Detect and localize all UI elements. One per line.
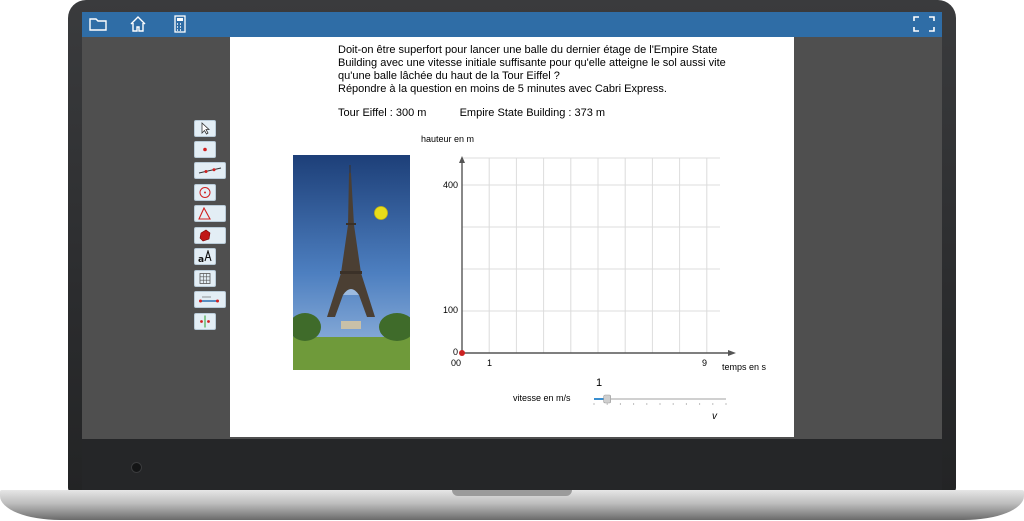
point-tool-icon[interactable] [194,141,216,158]
question-line: Doit-on être superfort pour lancer une b… [338,44,718,56]
x-tick-label: 1 [487,358,492,368]
slider-tick [659,403,661,405]
question-line: Répondre à la question en moins de 5 min… [338,83,667,95]
polygon-tool-icon[interactable] [194,205,226,222]
question-line: Building avec une vitesse initiale suffi… [338,57,726,69]
transform-tool-icon[interactable] [194,313,216,330]
slider-tick [699,403,701,405]
folder-icon[interactable] [88,15,108,33]
line-tool-icon[interactable] [194,162,226,179]
slider-tick [619,403,621,405]
empire-height: Empire State Building : 373 m [459,107,606,119]
laptop-notch [452,490,572,496]
x-axis-arrow [728,350,736,356]
slider-knob[interactable] [603,394,611,404]
graph-grid [461,157,720,354]
calculator-icon[interactable] [170,15,190,33]
laptop-chin [82,439,942,491]
measure-tool-icon[interactable] [194,291,226,308]
grid-tool-icon[interactable] [194,270,216,287]
question-line: qu'une balle lâchée du haut de la Tour E… [338,70,560,82]
y-axis-label: hauteur en m [421,134,474,144]
x-tick-label: 9 [702,358,707,368]
slider-tick [672,403,674,405]
origin-label: 0 [451,358,456,368]
svg-text:a: a [198,255,204,263]
eiffel-tower-photo [293,155,410,370]
y-tick-label: 0 [453,347,458,357]
y-tick-label: 400 [443,180,458,190]
y-axis-arrow [459,156,465,163]
eiffel-height: Tour Eiffel : 300 m [338,107,427,119]
origin-point[interactable] [459,350,465,356]
activity-page: Doit-on être superfort pour lancer une b… [230,37,794,437]
webcam [131,462,142,473]
solid-tool-icon[interactable] [194,227,226,244]
x-tick-label: 0 [456,358,461,368]
slider-tick [593,403,595,405]
slider-value: 1 [596,377,603,389]
pointer-tool-icon[interactable] [194,120,216,137]
fullscreen-icon[interactable] [912,15,936,33]
y-tick-label: 100 [443,305,458,315]
x-axis-label: temps en s [722,362,767,372]
question-text: Doit-on être superfort pour lancer une b… [338,44,788,96]
app-toolbar [82,12,942,37]
graph[interactable]: hauteur en m temps en s 400 100 0 0 0 1 … [410,127,780,377]
slider-tick [633,403,635,405]
slider-tick [685,403,687,405]
slider-tick [712,403,714,405]
speed-slider[interactable] [592,393,728,409]
home-icon[interactable] [128,15,148,33]
slider-tick [646,403,648,405]
slider-variable: v [712,411,717,422]
app-screen: Doit-on être superfort pour lancer une b… [82,12,942,439]
text-tool-icon[interactable]: a [194,248,216,265]
slider-label: vitesse en m/s [513,393,571,403]
heights-line: Tour Eiffel : 300 m Empire State Buildin… [338,107,605,119]
circle-tool-icon[interactable] [194,184,216,201]
canvas-area: Doit-on être superfort pour lancer une b… [82,37,942,439]
slider-tick [725,403,727,405]
